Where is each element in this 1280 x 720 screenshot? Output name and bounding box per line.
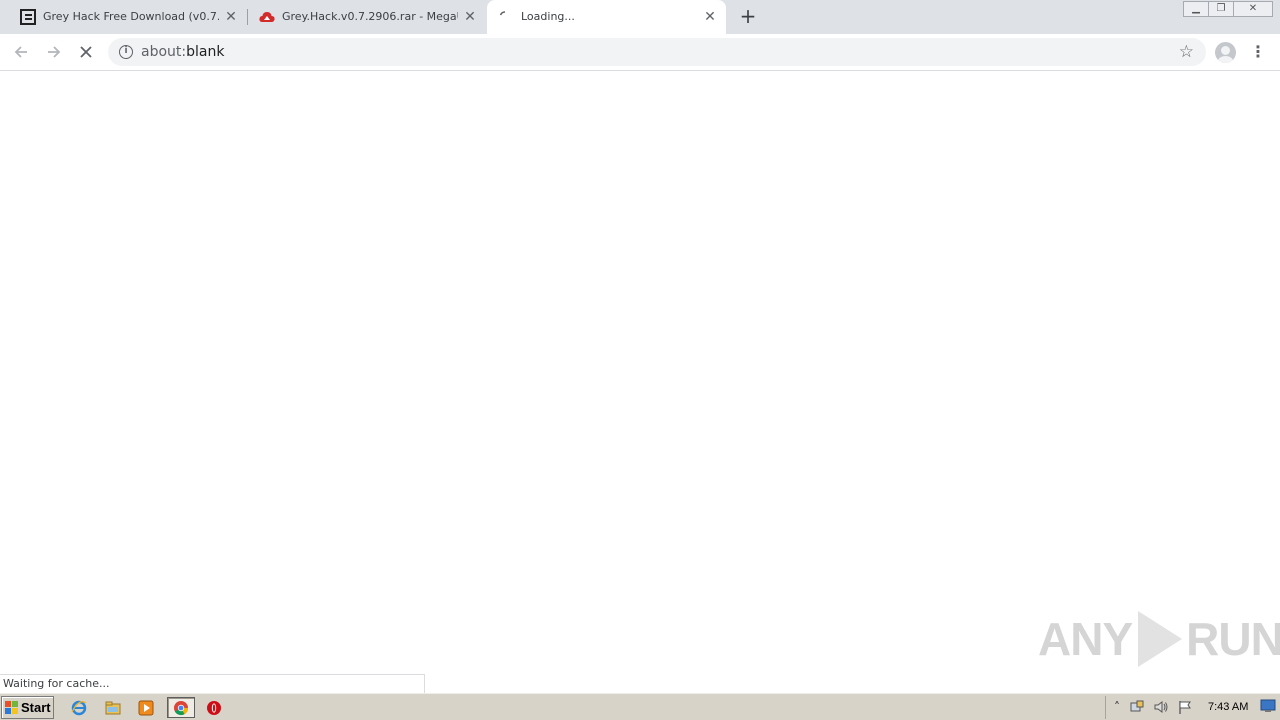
start-button[interactable]: Start: [1, 696, 54, 719]
close-tab-icon[interactable]: ✕: [224, 10, 238, 24]
clock[interactable]: 7:43 AM: [1208, 700, 1248, 714]
address-bar[interactable]: i about:blank ☆: [108, 38, 1206, 66]
show-desktop-icon[interactable]: [1260, 699, 1276, 715]
internet-explorer-icon[interactable]: [68, 697, 90, 718]
tab-megaup[interactable]: Grey.Hack.v0.7.2906.rar - MegaUp ✕: [248, 0, 486, 34]
bookmark-star-icon[interactable]: ☆: [1179, 42, 1194, 62]
browser-toolbar: i about:blank ☆ ⋮: [0, 34, 1280, 71]
tab-strip: Grey Hack Free Download (v0.7.290 ✕ Grey…: [0, 0, 1280, 34]
page-content: [0, 72, 1280, 692]
forward-arrow-icon[interactable]: [42, 41, 66, 63]
windows-explorer-icon[interactable]: [102, 697, 124, 718]
close-tab-icon[interactable]: ✕: [703, 10, 717, 24]
tab-grey-hack-download[interactable]: Grey Hack Free Download (v0.7.290 ✕: [0, 0, 247, 34]
tab-title: Grey.Hack.v0.7.2906.rar - MegaUp: [282, 10, 458, 23]
profile-avatar-icon[interactable]: [1215, 42, 1236, 63]
site-info-icon[interactable]: i: [119, 45, 133, 59]
minimize-button[interactable]: ▁: [1183, 1, 1209, 17]
windows-logo-icon: [5, 701, 19, 715]
tab-title: Grey Hack Free Download (v0.7.290: [43, 10, 219, 23]
action-center-flag-icon[interactable]: [1177, 699, 1193, 715]
address-url[interactable]: about:blank: [141, 44, 224, 60]
url-path: blank: [186, 44, 225, 60]
status-bubble: Waiting for cache...: [0, 674, 425, 693]
tab-loading[interactable]: Loading... ✕: [487, 0, 726, 34]
watermark-text-left: ANY: [1038, 613, 1133, 665]
megaup-cloud-icon: [259, 9, 275, 25]
tab-title: Loading...: [521, 10, 575, 23]
stop-loading-icon[interactable]: [74, 41, 98, 63]
windows-taskbar: Start ˄ 7:43 AM: [0, 693, 1280, 720]
watermark-text-right: RUN: [1186, 613, 1280, 665]
loading-spinner-icon: [497, 9, 513, 25]
close-window-button[interactable]: ✕: [1233, 1, 1273, 17]
new-tab-button[interactable]: +: [737, 6, 759, 28]
anyrun-watermark: ANY RUN: [1038, 608, 1280, 670]
play-triangle-icon: [1138, 611, 1183, 667]
igg-logo-icon: [20, 9, 36, 25]
media-player-icon[interactable]: [135, 697, 157, 718]
network-icon[interactable]: [1129, 699, 1145, 715]
restore-button[interactable]: ❐: [1208, 1, 1234, 17]
close-tab-icon[interactable]: ✕: [463, 10, 477, 24]
volume-icon[interactable]: [1153, 699, 1169, 715]
show-hidden-icons-icon[interactable]: ˄: [1109, 699, 1125, 715]
chrome-icon[interactable]: [167, 697, 195, 718]
opera-icon[interactable]: [203, 697, 225, 718]
menu-kebab-icon[interactable]: ⋮: [1250, 42, 1266, 62]
back-arrow-icon[interactable]: [9, 41, 33, 63]
system-tray: ˄ 7:43 AM: [1105, 696, 1278, 719]
url-scheme: about:: [141, 44, 187, 60]
start-label: Start: [21, 700, 51, 715]
browser-window: Grey Hack Free Download (v0.7.290 ✕ Grey…: [0, 0, 1280, 72]
